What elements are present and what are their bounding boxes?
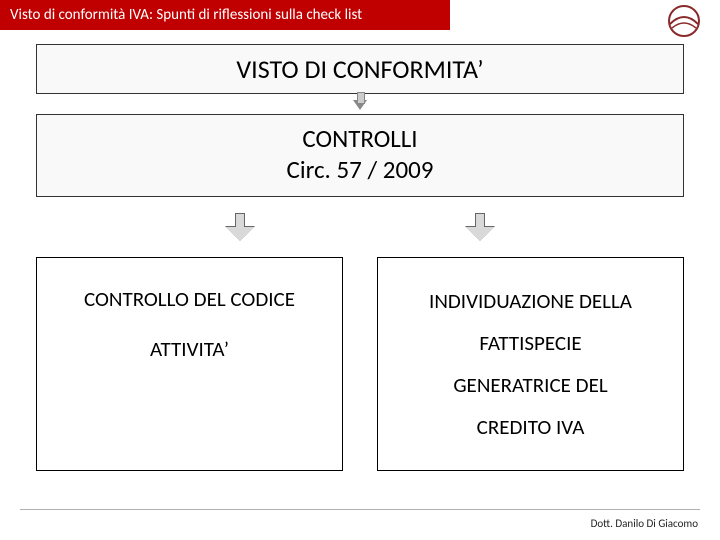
columns: CONTROLLO DEL CODICE ATTIVITA’ INDIVIDUA… — [36, 257, 684, 471]
footer-rule — [20, 509, 700, 510]
logo — [662, 4, 706, 38]
header-bar: Visto di conformità IVA: Spunti di rifle… — [0, 0, 450, 30]
arrow-down-left-icon — [226, 213, 254, 243]
right-line1: INDIVIDUAZIONE DELLA — [388, 280, 673, 322]
controls-line2: Circ. 57 / 2009 — [37, 154, 683, 185]
main-title: VISTO DI CONFORMITA’ — [236, 53, 483, 85]
right-line4: CREDITO IVA — [388, 406, 673, 448]
header-title: Visto di conformità IVA: Spunti di rifle… — [10, 6, 362, 24]
arrow-down-right-icon — [466, 213, 494, 243]
arrow-row — [0, 213, 720, 243]
left-line1: CONTROLLO DEL CODICE — [47, 274, 332, 324]
controls-line1: CONTROLLI — [37, 123, 683, 154]
left-line2: ATTIVITA’ — [47, 324, 332, 374]
right-box: INDIVIDUAZIONE DELLA FATTISPECIE GENERAT… — [377, 257, 684, 471]
right-line2: FATTISPECIE — [388, 322, 673, 364]
main-title-box: VISTO DI CONFORMITA’ — [36, 44, 684, 94]
arrow-down-icon — [353, 100, 367, 110]
right-line3: GENERATRICE DEL — [388, 364, 673, 406]
controls-box: CONTROLLI Circ. 57 / 2009 — [36, 114, 684, 197]
left-box: CONTROLLO DEL CODICE ATTIVITA’ — [36, 257, 343, 471]
footer-author: Dott. Danilo Di Giacomo — [591, 517, 698, 530]
